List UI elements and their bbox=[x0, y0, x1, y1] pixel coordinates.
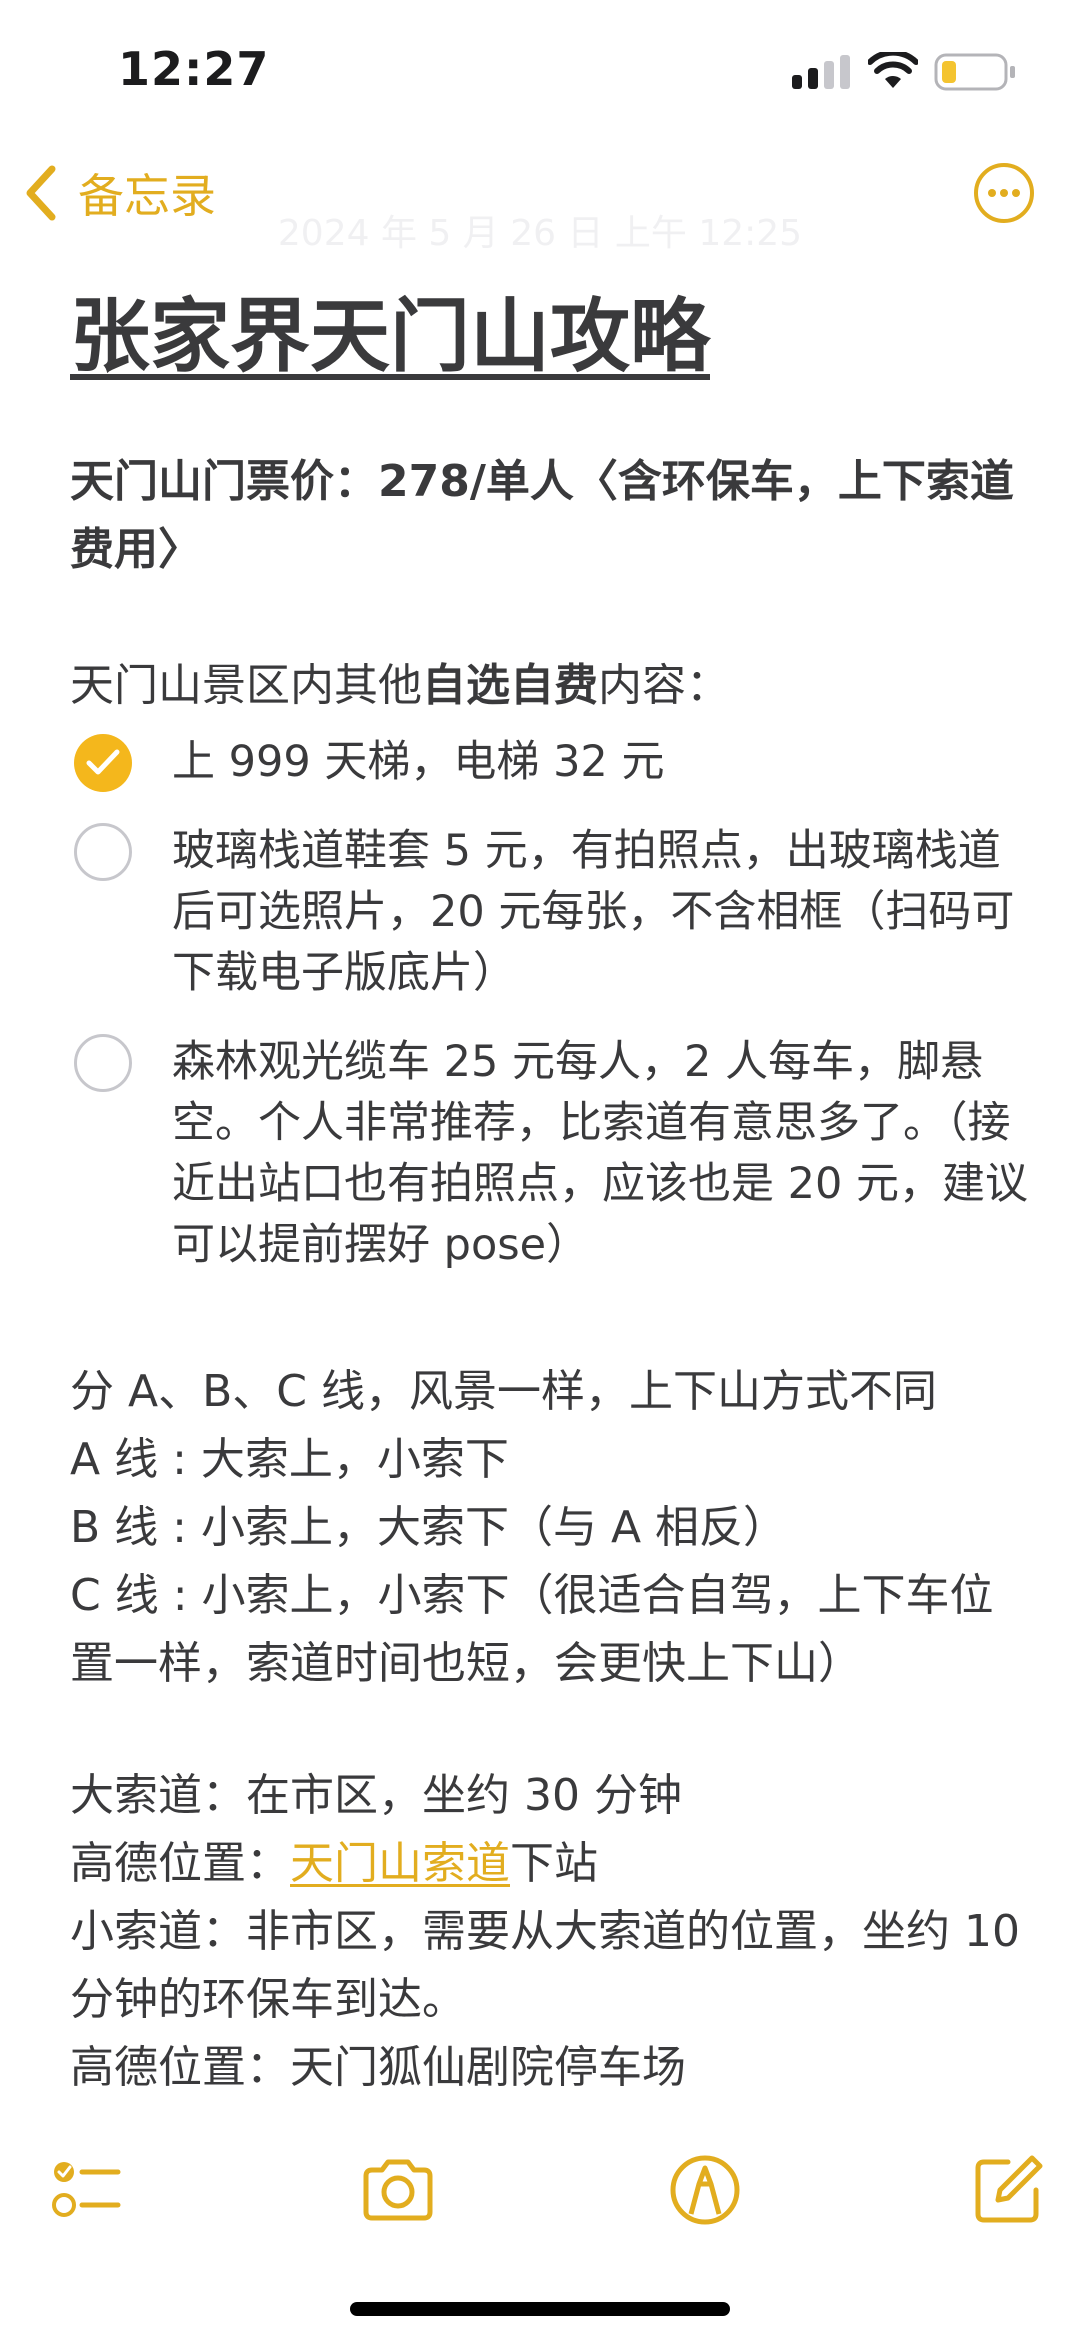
route-line-b: B 线 : 小索上，大索下（与 A 相反） bbox=[70, 1502, 788, 1553]
status-bar: 12:27 bbox=[0, 0, 1080, 130]
compose-icon[interactable] bbox=[968, 2150, 1048, 2230]
location-prefix: 高德位置： bbox=[70, 1838, 290, 1889]
checklist-icon[interactable] bbox=[44, 2150, 124, 2230]
wifi-icon bbox=[868, 52, 918, 88]
cellular-signal-icon bbox=[792, 55, 850, 89]
camera-icon[interactable] bbox=[358, 2150, 438, 2230]
optional-items-heading[interactable]: 天门山景区内其他自选自费内容： bbox=[70, 652, 1030, 720]
status-time: 12:27 bbox=[118, 42, 270, 96]
battery-icon bbox=[934, 53, 1015, 91]
route-line-a: A 线 : 大索上，小索下 bbox=[70, 1434, 509, 1485]
optional-heading-suffix: 内容： bbox=[598, 660, 730, 711]
checkbox-checked[interactable] bbox=[74, 734, 132, 792]
route-line-c: C 线 : 小索上，小索下（很适合自驾，上下车位置一样，索道时间也短，会更快上下… bbox=[70, 1570, 994, 1689]
bottom-toolbar bbox=[0, 2150, 1080, 2240]
checkbox-unchecked[interactable] bbox=[74, 823, 132, 881]
checklist-item-text: 森林观光缆车 25 元每人，2 人每车，脚悬空。个人非常推荐，比索道有意思多了。… bbox=[172, 1037, 1029, 1270]
routes-intro: 分 A、B、C 线，风景一样，上下山方式不同 bbox=[70, 1366, 937, 1417]
routes-paragraph[interactable]: 分 A、B、C 线，风景一样，上下山方式不同 A 线 : 大索上，小索下 B 线… bbox=[70, 1358, 1030, 1698]
markup-icon[interactable] bbox=[665, 2150, 745, 2230]
checkbox-unchecked[interactable] bbox=[74, 1034, 132, 1092]
checklist: 上 999 天梯，电梯 32 元 玻璃栈道鞋套 5 元，有拍照点，出玻璃栈道后可… bbox=[70, 732, 1030, 1276]
cableway-paragraph[interactable]: 大索道：在市区，坐约 30 分钟 高德位置：天门山索道下站 小索道：非市区，需要… bbox=[70, 1762, 1030, 2102]
home-indicator[interactable] bbox=[350, 2302, 730, 2316]
small-cableway-info: 小索道：非市区，需要从大索道的位置，坐约 10 分钟的环保车到达。 bbox=[70, 1906, 1020, 2025]
checklist-item-text: 玻璃栈道鞋套 5 元，有拍照点，出玻璃栈道后可选照片，20 元每张，不含相框（扫… bbox=[172, 826, 1015, 998]
checklist-item[interactable]: 玻璃栈道鞋套 5 元，有拍照点，出玻璃栈道后可选照片，20 元每张，不含相框（扫… bbox=[70, 821, 1030, 1004]
ticket-price-paragraph[interactable]: 天门山门票价：278/单人〈含环保车，上下索道费用〉 bbox=[70, 448, 1030, 584]
tianmen-cableway-link[interactable]: 天门山索道 bbox=[290, 1838, 510, 1889]
big-cableway-location: 高德位置：天门山索道下站 bbox=[70, 1830, 1030, 1898]
big-cableway-info: 大索道：在市区，坐约 30 分钟 bbox=[70, 1770, 682, 1821]
optional-heading-emphasis: 自选自费 bbox=[422, 660, 598, 711]
location-suffix: 下站 bbox=[510, 1838, 598, 1889]
note-date: 2024 年 5 月 26 日 上午 12:25 bbox=[277, 213, 803, 254]
checklist-item[interactable]: 森林观光缆车 25 元每人，2 人每车，脚悬空。个人非常推荐，比索道有意思多了。… bbox=[70, 1032, 1030, 1276]
optional-heading-prefix: 天门山景区内其他 bbox=[70, 660, 422, 711]
checklist-item-text: 上 999 天梯，电梯 32 元 bbox=[172, 737, 665, 787]
checklist-item[interactable]: 上 999 天梯，电梯 32 元 bbox=[70, 732, 1030, 793]
checkmark-icon bbox=[86, 749, 120, 775]
note-title[interactable]: 张家界天门山攻略 bbox=[70, 272, 710, 388]
small-cableway-location: 高德位置：天门狐仙剧院停车场 bbox=[70, 2042, 686, 2093]
